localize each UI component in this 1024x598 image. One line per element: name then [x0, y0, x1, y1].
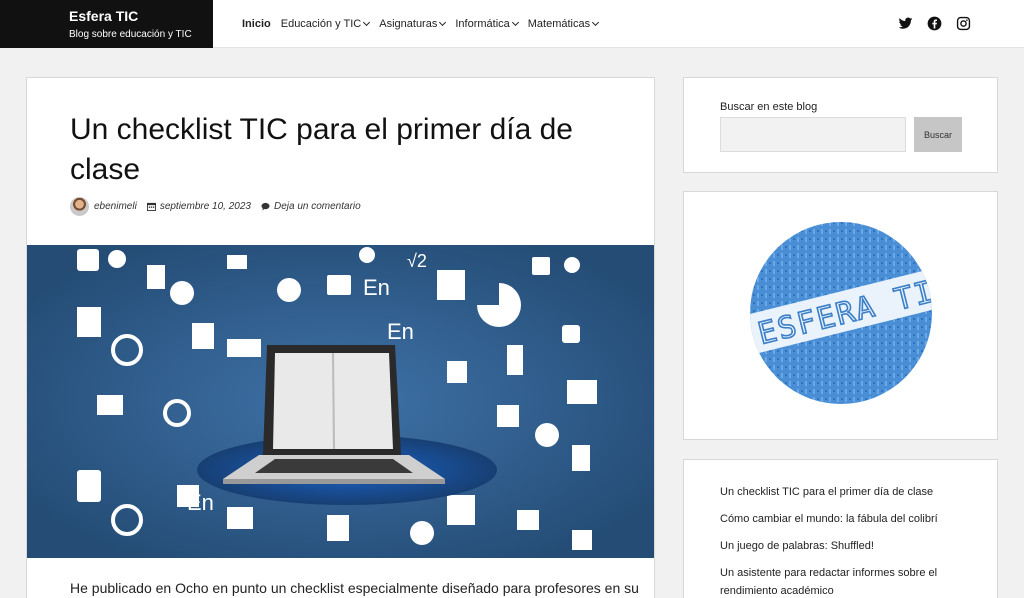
article-meta: ebenimeli septiembre 10, 2023 Deja un co…	[70, 197, 361, 216]
nav-item-label: Asignaturas	[379, 18, 438, 30]
recent-post-link[interactable]: Un juego de palabras: Shuffled!	[720, 537, 970, 555]
social-links	[898, 16, 971, 31]
calendar-icon	[146, 202, 156, 211]
comments-link[interactable]: Deja un comentario	[274, 201, 361, 212]
search-label: Buscar en este blog	[720, 101, 818, 113]
nav-item-educacion-tic[interactable]: Educación y TIC	[280, 17, 371, 31]
nav-item-matematicas[interactable]: Matemáticas	[527, 17, 600, 31]
recent-post-link[interactable]: Cómo cambiar el mundo: la fábula del col…	[720, 510, 970, 528]
article-card: Un checklist TIC para el primer día de c…	[26, 77, 655, 598]
logo-widget: ESFERA TIC	[683, 191, 998, 440]
hero-en-label: En	[187, 490, 214, 515]
chevron-down-icon	[592, 18, 600, 27]
nav-item-asignaturas[interactable]: Asignaturas	[379, 17, 447, 31]
chevron-down-icon	[363, 18, 371, 27]
comment-icon	[261, 202, 270, 211]
post-date[interactable]: septiembre 10, 2023	[160, 201, 251, 212]
chevron-down-icon	[511, 18, 519, 27]
site-header: Esfera TIC Blog sobre educación y TIC In…	[0, 0, 1024, 48]
twitter-icon[interactable]	[898, 16, 913, 31]
chevron-down-icon	[439, 18, 447, 27]
nav-item-label: Informática	[455, 18, 510, 30]
recent-posts-widget: Un checklist TIC para el primer día de c…	[683, 459, 998, 598]
instagram-icon[interactable]	[956, 16, 971, 31]
recent-post-link[interactable]: Un checklist TIC para el primer día de c…	[720, 483, 970, 501]
author-link[interactable]: ebenimeli	[94, 201, 137, 212]
facebook-icon[interactable]	[927, 16, 942, 31]
search-button[interactable]: Buscar	[914, 117, 962, 152]
avatar	[70, 197, 89, 216]
hero-sqrt-label: √2	[407, 251, 427, 271]
search-widget: Buscar en este blog Buscar	[683, 77, 998, 173]
recent-posts-list: Un checklist TIC para el primer día de c…	[720, 483, 970, 598]
site-tagline: Blog sobre educación y TIC	[69, 29, 192, 40]
nav-item-informatica[interactable]: Informática	[455, 17, 519, 31]
recent-post-link[interactable]: Un asistente para redactar informes sobr…	[720, 564, 970, 598]
article-title[interactable]: Un checklist TIC para el primer día de c…	[70, 110, 610, 190]
esfera-tic-logo[interactable]: ESFERA TIC	[748, 220, 934, 406]
hero-en-label: En	[363, 275, 390, 300]
nav-item-label: Educación y TIC	[280, 18, 362, 30]
main-nav: Inicio Educación y TIC Asignaturas Infor…	[242, 17, 608, 31]
featured-image[interactable]: En En En √2	[27, 245, 654, 558]
search-input[interactable]	[720, 117, 906, 152]
nav-item-label: Matemáticas	[527, 18, 591, 30]
hero-en-label: En	[387, 319, 414, 344]
nav-item-label: Inicio	[242, 18, 271, 30]
article-excerpt: He publicado en Ocho en punto un checkli…	[70, 580, 639, 596]
nav-item-inicio[interactable]: Inicio	[242, 17, 271, 31]
site-branding[interactable]: Esfera TIC Blog sobre educación y TIC	[0, 0, 213, 48]
site-title[interactable]: Esfera TIC	[69, 8, 213, 25]
